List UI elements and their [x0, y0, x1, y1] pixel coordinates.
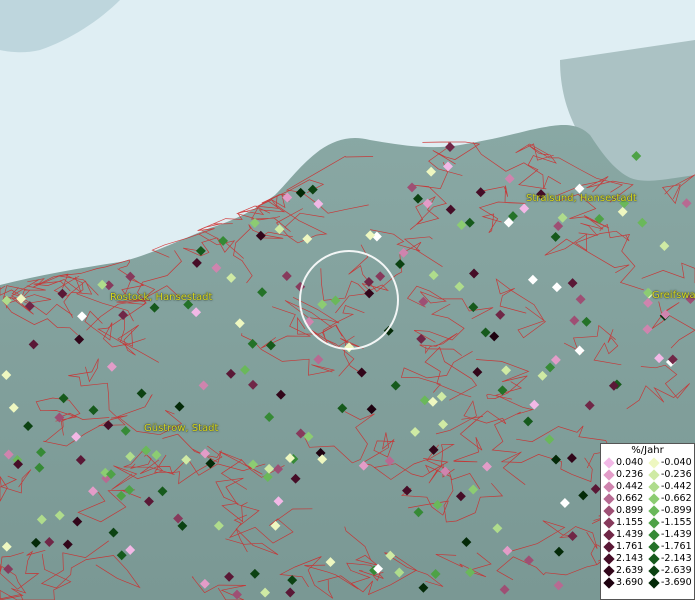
legend-value: -0.662	[661, 493, 692, 504]
legend-swatch-icon	[603, 481, 615, 493]
legend-swatch-icon	[648, 565, 660, 577]
legend-value: 0.236	[616, 469, 644, 480]
legend-value: -2.143	[661, 553, 692, 564]
legend-swatch-icon	[648, 481, 660, 493]
label-greifswald: Greifswa	[652, 290, 695, 301]
legend-value: -2.639	[661, 565, 692, 576]
label-rostock: Rostock, Hansestadt	[110, 292, 213, 303]
legend-swatch-icon	[603, 517, 615, 529]
map-canvas[interactable]	[0, 0, 695, 600]
legend-panel: %/Jahr 0.040 -0.040 0.236 -0.236 0.442 -0.442…	[600, 443, 695, 600]
legend-swatch-icon	[603, 457, 615, 469]
legend-value: 1.155	[616, 517, 644, 528]
legend-value: 2.143	[616, 553, 644, 564]
legend-row: 0.236 -0.236	[601, 469, 694, 481]
legend-value: -3.690	[661, 577, 692, 588]
legend-value: 0.662	[616, 493, 644, 504]
legend-value: -0.040	[661, 457, 692, 468]
legend-value: -1.155	[661, 517, 692, 528]
legend-value: 0.040	[616, 457, 644, 468]
legend-value: 1.761	[616, 541, 644, 552]
legend-swatch-icon	[603, 577, 615, 589]
legend-value: 2.639	[616, 565, 644, 576]
legend-title: %/Jahr	[631, 445, 664, 456]
legend-value: 1.439	[616, 529, 644, 540]
legend-row: 0.040 -0.040	[601, 457, 694, 469]
legend-value: 0.899	[616, 505, 644, 516]
legend-rows: 0.040 -0.040 0.236 -0.236 0.442 -0.442 0.662 -0…	[601, 457, 694, 589]
legend-swatch-icon	[648, 517, 660, 529]
legend-row: 1.155 -1.155	[601, 517, 694, 529]
legend-swatch-icon	[603, 541, 615, 553]
legend-value: -1.761	[661, 541, 692, 552]
legend-row: 2.143 -2.143	[601, 553, 694, 565]
label-guestrow: Güstrow, Stadt	[144, 423, 219, 434]
legend-row: 3.690 -3.690	[601, 577, 694, 589]
legend-swatch-icon	[648, 505, 660, 517]
legend-swatch-icon	[648, 469, 660, 481]
legend-swatch-icon	[648, 457, 660, 469]
legend-row: 0.899 -0.899	[601, 505, 694, 517]
legend-value: -1.439	[661, 529, 692, 540]
legend-value: -0.442	[661, 481, 692, 492]
legend-row: 0.442 -0.442	[601, 481, 694, 493]
legend-value: -0.899	[661, 505, 692, 516]
legend-value: 0.442	[616, 481, 644, 492]
legend-swatch-icon	[603, 553, 615, 565]
legend-swatch-icon	[603, 469, 615, 481]
legend-row: 2.639 -2.639	[601, 565, 694, 577]
label-stralsund: Stralsund, Hansestadt	[526, 193, 637, 204]
legend-swatch-icon	[648, 577, 660, 589]
legend-swatch-icon	[648, 553, 660, 565]
legend-swatch-icon	[603, 493, 615, 505]
legend-swatch-icon	[648, 541, 660, 553]
legend-row: 1.761 -1.761	[601, 541, 694, 553]
legend-swatch-icon	[603, 505, 615, 517]
legend-swatch-icon	[648, 493, 660, 505]
legend-row: 1.439 -1.439	[601, 529, 694, 541]
legend-swatch-icon	[603, 565, 615, 577]
legend-swatch-icon	[603, 529, 615, 541]
legend-value: 3.690	[616, 577, 644, 588]
legend-value: -0.236	[661, 469, 692, 480]
legend-swatch-icon	[648, 529, 660, 541]
legend-row: 0.662 -0.662	[601, 493, 694, 505]
